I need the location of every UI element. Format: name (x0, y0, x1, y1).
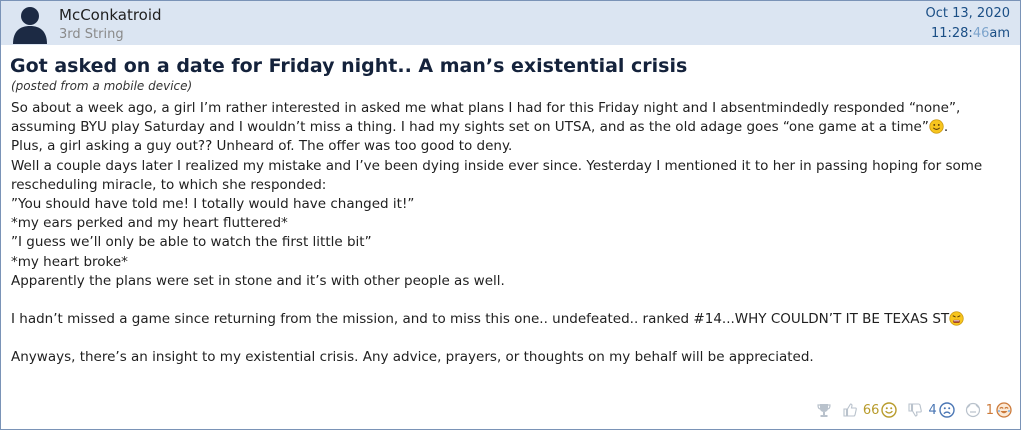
body-line: I hadn’t missed a game since returning f… (11, 310, 1023, 329)
lol-emoji-icon (996, 402, 1012, 418)
body-line-text: assuming BYU play Saturday and I wouldn’… (11, 119, 929, 136)
body-line: *my heart broke* (11, 253, 128, 270)
reactions-bar: 66 4 1 (806, 399, 1012, 421)
user-rank: 3rd String (59, 27, 124, 42)
smiley-emoji-icon (929, 119, 944, 134)
body-line: ”You should have told me! I totally woul… (11, 195, 415, 212)
lol-button[interactable]: 1 (965, 402, 1012, 418)
smile-emoji-icon (881, 402, 898, 418)
thumbs-up-icon (843, 403, 857, 417)
post-header: McConkatroid 3rd String Oct 13, 2020 11:… (1, 1, 1020, 45)
post-time: 11:28:46am (931, 26, 1010, 41)
body-line: Anyways, there’s an insight to my existe… (11, 349, 814, 366)
avatar[interactable] (10, 4, 50, 44)
body-line: ”I guess we’ll only be able to watch the… (11, 234, 372, 251)
trophy-button[interactable] (816, 402, 832, 418)
body-line: Apparently the plans were set in stone a… (11, 272, 505, 289)
post-date: Oct 13, 2020 (925, 6, 1011, 21)
body-line: *my ears perked and my heart fluttered* (11, 215, 288, 232)
angry-emoji-icon (949, 311, 964, 326)
username-link[interactable]: McConkatroid (59, 6, 162, 24)
post-body: So about a week ago, a girl I’m rather i… (11, 99, 1023, 368)
time-seconds: 46 (972, 26, 990, 41)
body-line: So about a week ago, a girl I’m rather i… (11, 100, 961, 116)
forum-post: McConkatroid 3rd String Oct 13, 2020 11:… (0, 0, 1021, 430)
time-main: 11:28: (930, 26, 973, 41)
body-line: assuming BYU play Saturday and I wouldn’… (11, 118, 1023, 137)
dislike-count: 4 (928, 402, 937, 418)
neutral-icon (965, 402, 980, 418)
post-title[interactable]: Got asked on a date for Friday night.. A… (10, 55, 687, 77)
dislike-button[interactable]: 4 (907, 402, 955, 418)
body-line-end: . (943, 119, 949, 136)
body-line: Well a couple days later I realized my m… (11, 157, 983, 174)
time-suffix: am (989, 26, 1010, 41)
like-button[interactable]: 66 (842, 402, 898, 418)
trophy-icon (817, 404, 831, 417)
mobile-note: (posted from a mobile device) (11, 79, 193, 93)
body-line: Plus, a girl asking a guy out?? Unheard … (11, 138, 513, 155)
thumbs-down-icon (908, 403, 923, 417)
body-line: rescheduling miracle, to which she respo… (11, 176, 327, 193)
like-count: 66 (862, 402, 880, 418)
body-line-text: I hadn’t missed a game since returning f… (11, 311, 950, 328)
lol-count: 1 (985, 402, 994, 418)
sad-emoji-icon (939, 402, 955, 418)
